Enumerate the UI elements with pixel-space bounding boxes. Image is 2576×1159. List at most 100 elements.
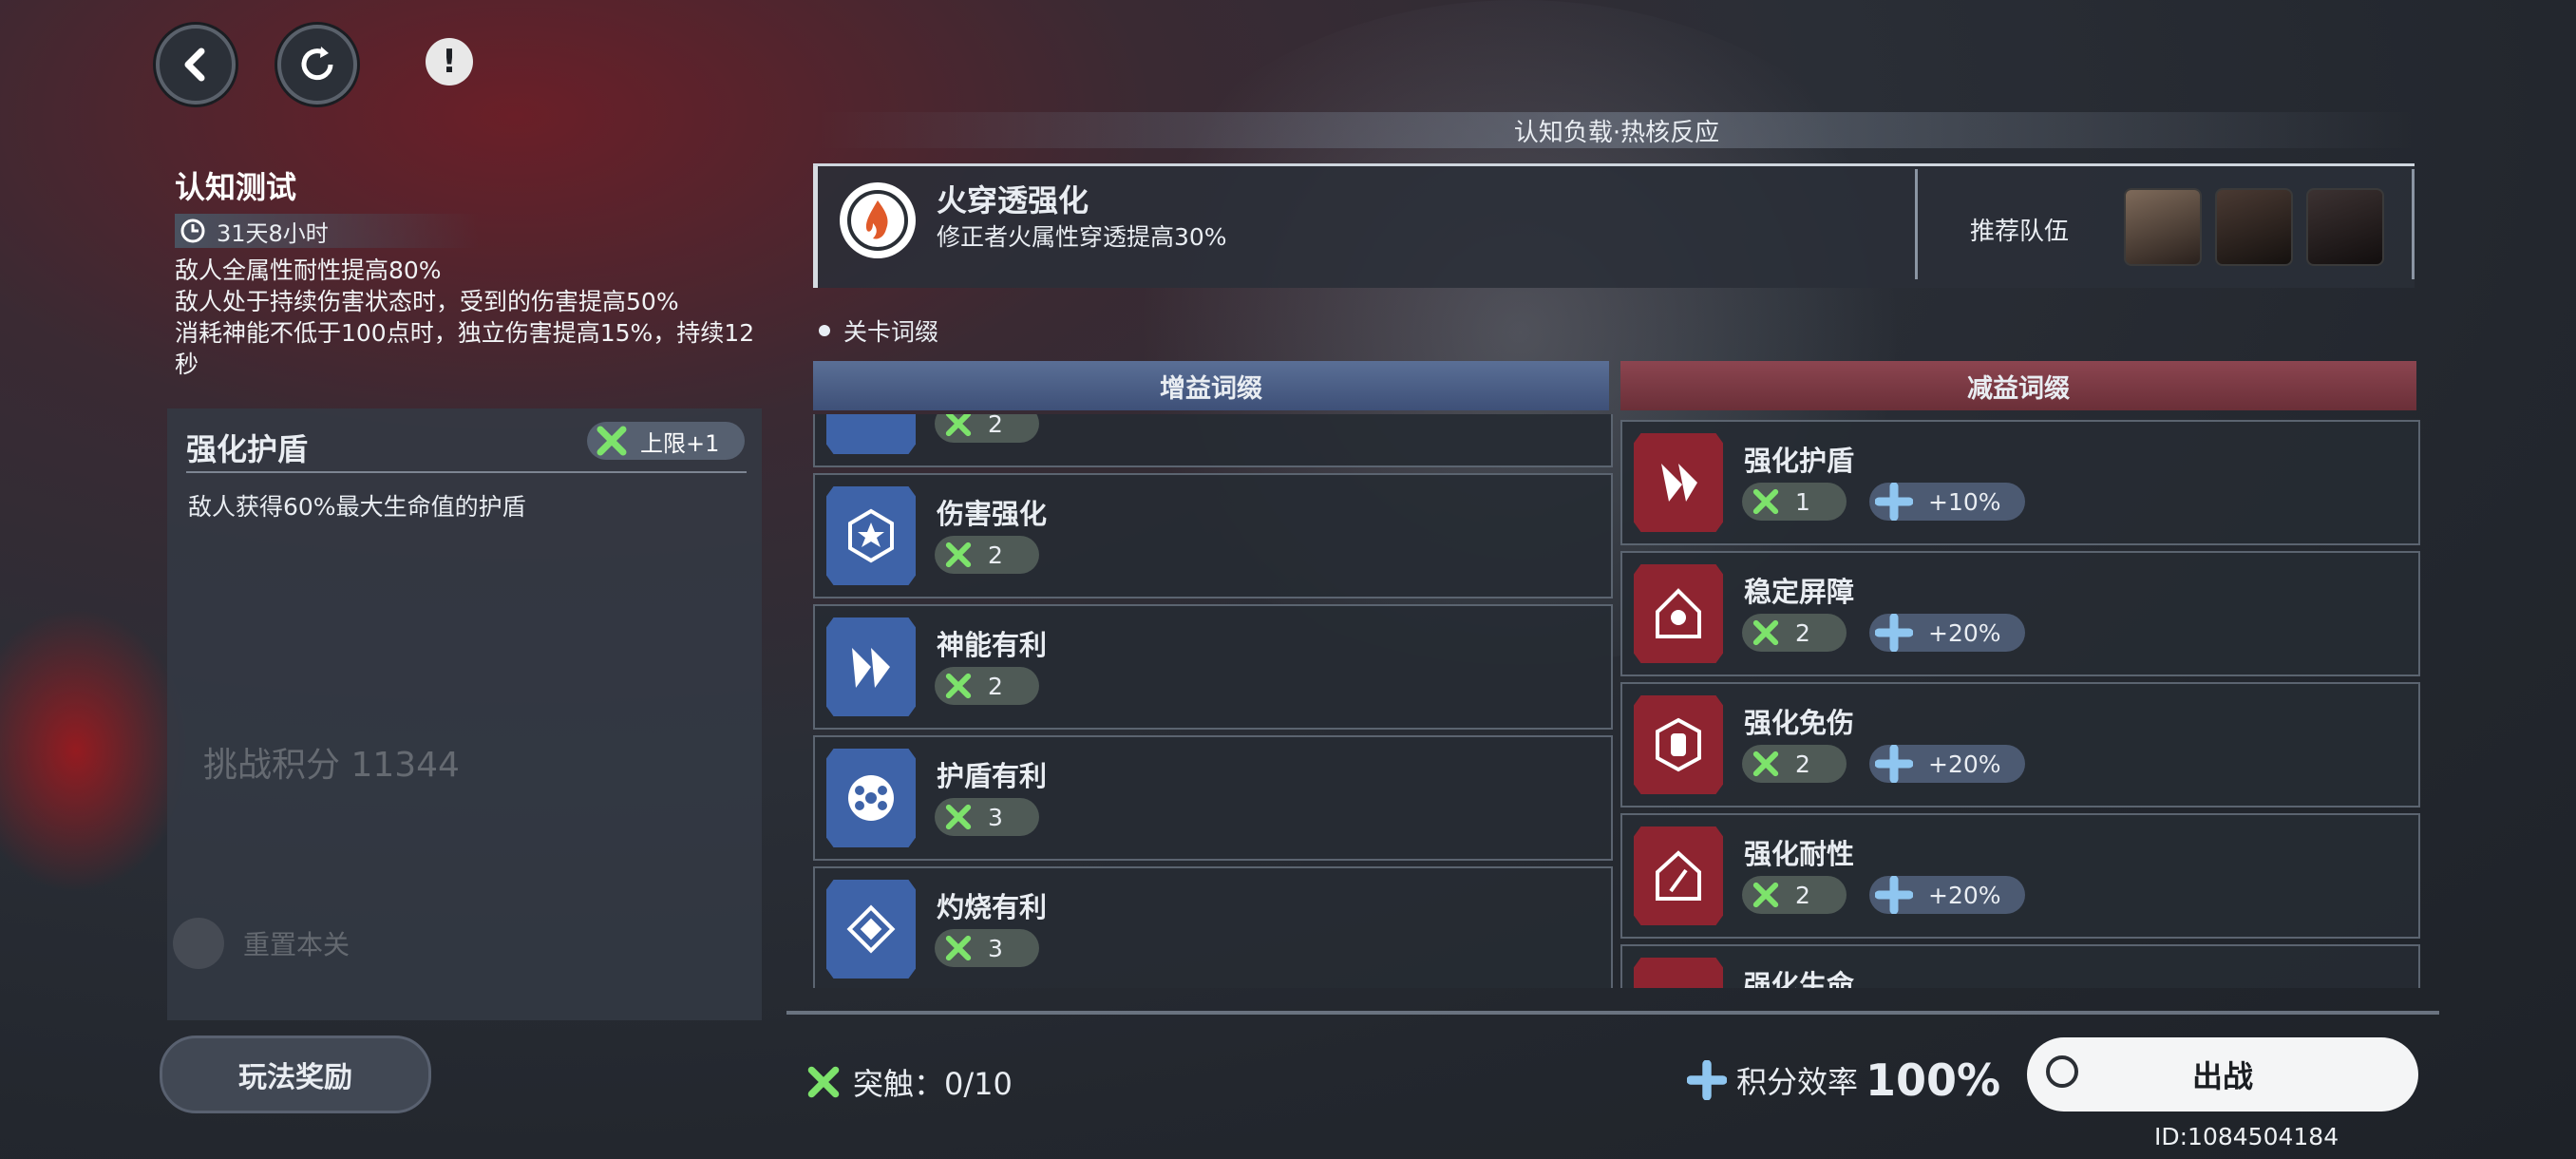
synapse-cost: 2 [1742, 876, 1847, 914]
buff-row[interactable]: 护盾有利 3 [813, 735, 1613, 861]
limit-text: 上限+1 [640, 429, 720, 457]
debuff-name: 强化护盾 [1744, 445, 1855, 477]
debuff-row[interactable]: 强化护盾 1 +10% [1620, 420, 2420, 545]
stage-desc-line: 敌人全属性耐性提高80% [175, 256, 442, 284]
synapse-cost-value: 2 [988, 414, 1003, 438]
synapse-cost: 3 [935, 929, 1039, 967]
score-bonus: +20% [1869, 876, 2025, 914]
divider [186, 471, 747, 473]
synapse-cost: 2 [1742, 614, 1847, 652]
buff-row[interactable]: 2 [813, 414, 1613, 467]
debuff-row[interactable]: 稳定屏障 2 +20% [1620, 551, 2420, 676]
clock-icon [180, 218, 205, 243]
synapse-cost-value: 3 [988, 803, 1003, 831]
resistance-icon [1634, 826, 1723, 925]
synapse-cost: 2 [1742, 745, 1847, 783]
affix-detail-title: 强化护盾 [186, 431, 309, 467]
buff-row[interactable]: 神能有利 2 [813, 604, 1613, 730]
synapse-cost: 2 [935, 414, 1039, 443]
buff-row[interactable]: 伤害强化 2 [813, 473, 1613, 598]
energy-advantage-icon [826, 618, 916, 716]
recommended-team-label: 推荐队伍 [1970, 218, 2070, 246]
score-bonus: +20% [1869, 745, 2025, 783]
synapse-icon [945, 542, 972, 568]
synapse-cost: 2 [935, 667, 1039, 705]
debuff-name: 强化生命 [1744, 969, 1855, 988]
synapse-cost-value: 3 [988, 934, 1003, 962]
score-efficiency: 积分效率 100% [1687, 1054, 2000, 1106]
refresh-button[interactable] [277, 25, 357, 104]
synapse-icon [945, 673, 972, 699]
score-bonus-value: +10% [1928, 487, 2001, 516]
synapse-icon [945, 935, 972, 961]
deploy-button[interactable]: 出战 [2027, 1037, 2418, 1112]
debuff-name: 强化免伤 [1744, 707, 1855, 739]
section-label-text: 关卡词缀 [843, 318, 939, 346]
synapse-cost-value: 2 [988, 672, 1003, 700]
rewards-button[interactable]: 玩法奖励 [160, 1036, 431, 1113]
reset-icon [173, 918, 224, 969]
score-efficiency-value: 100% [1866, 1054, 2001, 1106]
buff-list[interactable]: 2 伤害强化 2 神能有利 2 护盾有利 3 灼烧有利 3 [813, 414, 1613, 988]
synapse-icon [597, 426, 627, 456]
debuff-name: 强化耐性 [1744, 838, 1855, 870]
score-efficiency-label: 积分效率 [1736, 1064, 1859, 1100]
buff-icon [826, 414, 916, 454]
synapse-cost-value: 2 [1795, 881, 1810, 909]
buff-header: 增益词缀 [813, 361, 1609, 410]
synapse-icon [1752, 750, 1779, 777]
synapse-icon [1752, 619, 1779, 646]
affix-detail-desc: 敌人获得60%最大生命值的护盾 [188, 493, 526, 521]
time-remaining-text: 31天8小时 [217, 219, 329, 247]
debuff-row[interactable]: 强化免伤 2 +20% [1620, 682, 2420, 808]
background-character-art [0, 608, 190, 893]
chevron-left-icon [184, 48, 205, 82]
mode-title: 认知负载·热核反应 [1513, 118, 1720, 147]
stage-title: 认知测试 [175, 169, 297, 205]
reset-stage-ghost: 重置本关 [173, 918, 350, 969]
debuff-row[interactable]: 强化耐性 2 +20% [1620, 813, 2420, 939]
section-label: 关卡词缀 [819, 314, 938, 348]
score-bonus: +20% [1869, 614, 2025, 652]
score-cross-icon [1687, 1060, 1727, 1100]
team-avatar[interactable] [2215, 188, 2293, 266]
burn-advantage-icon [826, 880, 916, 978]
synapse-counter-text: 突触：0/10 [853, 1066, 1013, 1102]
score-cross-icon [1875, 876, 1913, 914]
synapse-cost-value: 2 [988, 541, 1003, 569]
exclamation-icon: ! [442, 43, 457, 81]
buff-name: 灼烧有利 [937, 891, 1048, 923]
score-bonus-value: +20% [1928, 750, 2001, 778]
score-cross-icon [1875, 745, 1913, 783]
synapse-cost: 3 [935, 798, 1039, 836]
synapse-counter: 突触：0/10 [804, 1060, 1013, 1104]
debuff-name: 稳定屏障 [1744, 576, 1855, 608]
info-button[interactable]: ! [426, 38, 473, 86]
score-bonus-value: +20% [1928, 881, 2001, 909]
mode-title-band: 认知负载·热核反应 [819, 112, 2415, 148]
synapse-cost: 1 [1742, 483, 1847, 521]
damage-reduction-icon [1634, 695, 1723, 794]
score-bonus: +10% [1869, 483, 2025, 521]
synapse-cost-value: 2 [1795, 750, 1810, 778]
list-scrollbar[interactable] [786, 1011, 2439, 1015]
score-bonus-value: +20% [1928, 618, 2001, 647]
reset-stage-text: 重置本关 [243, 929, 350, 960]
synapse-icon [945, 804, 972, 830]
debuff-list[interactable]: 强化护盾 1 +10% 稳定屏障 2 +20% 强化免伤 2 +20% 强化耐性… [1620, 414, 2420, 988]
synapse-icon [807, 1066, 840, 1098]
reinforced-life-icon [1634, 958, 1723, 988]
synapse-icon [1752, 488, 1779, 515]
core-effect-subtitle: 修正者火属性穿透提高30% [937, 223, 1227, 251]
score-cross-icon [1875, 614, 1913, 652]
synapse-cost-value: 1 [1795, 487, 1810, 516]
team-avatar[interactable] [2306, 188, 2384, 266]
stable-barrier-icon [1634, 564, 1723, 663]
debuff-row[interactable]: 强化生命 [1620, 944, 2420, 988]
limit-badge: 上限+1 [587, 422, 745, 460]
synapse-icon [945, 414, 972, 437]
team-avatar[interactable] [2124, 188, 2202, 266]
buff-row[interactable]: 灼烧有利 3 [813, 866, 1613, 988]
buff-name: 神能有利 [937, 629, 1048, 661]
back-button[interactable] [156, 25, 236, 104]
